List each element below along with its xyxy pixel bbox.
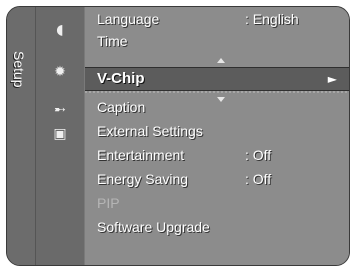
tab-label-setup: Setup: [11, 51, 27, 88]
menu-item-label: Caption: [97, 99, 146, 115]
menu-item-label: Time: [97, 33, 128, 49]
input-icon[interactable]: ➸: [52, 103, 68, 117]
scroll-down-icon: [217, 97, 225, 102]
menu-item-v-chip-selected[interactable]: V-Chip ►: [85, 67, 349, 91]
menu-item-label: Energy Saving: [97, 171, 189, 187]
divider: [85, 91, 349, 93]
icon-column: ◖ ✹ ➸ ▣: [36, 7, 84, 265]
menu-item-value: : Off: [245, 147, 272, 163]
menu-item-time[interactable]: Time: [97, 31, 349, 51]
menu-item-label: Software Upgrade: [97, 219, 210, 235]
menu-item-label: PIP: [97, 195, 120, 211]
menu-item-language[interactable]: Language : English: [97, 9, 349, 29]
menu-item-value: : Off: [245, 171, 272, 187]
application-icon[interactable]: ▣: [52, 127, 68, 141]
menu-list: Language : English Time Caption External…: [85, 7, 349, 265]
menu-tab: Setup: [7, 7, 36, 265]
setup-gear-icon[interactable]: ✹: [52, 65, 68, 79]
menu-item-pip: PIP: [97, 193, 349, 213]
menu-item-external-settings[interactable]: External Settings: [97, 121, 349, 141]
menu-item-energy-saving[interactable]: Energy Saving : Off: [97, 169, 349, 189]
submenu-arrow-icon: ►: [327, 72, 337, 86]
menu-item-entertainment[interactable]: Entertainment : Off: [97, 145, 349, 165]
scroll-up-icon: [217, 58, 225, 63]
picture-icon[interactable]: ◖: [52, 23, 68, 37]
menu-item-label: Language: [97, 11, 160, 27]
osd-menu-frame: Setup ◖ ✹ ➸ ▣ Language : English Time Ca…: [6, 6, 350, 266]
menu-item-label: Entertainment: [97, 147, 185, 163]
menu-item-software-upgrade[interactable]: Software Upgrade: [97, 217, 349, 237]
menu-item-label: V-Chip: [97, 70, 145, 87]
menu-item-label: External Settings: [97, 123, 203, 139]
menu-item-value: : English: [245, 11, 299, 27]
